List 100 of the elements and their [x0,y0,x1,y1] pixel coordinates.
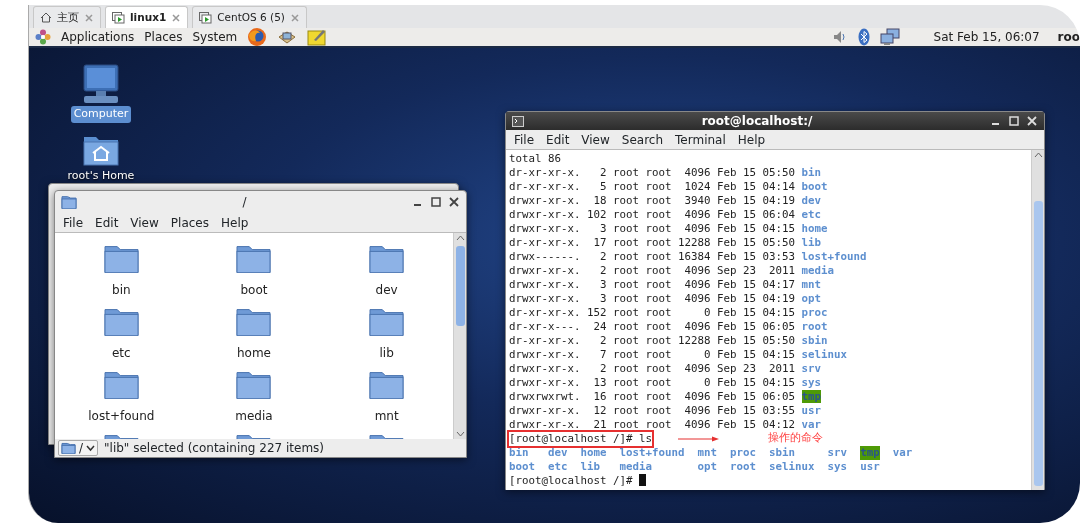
browser-tab[interactable]: linux1 [105,6,189,28]
annotation-label: 操作的命令 [767,431,823,445]
folder-name[interactable]: lost+found [88,407,155,425]
close-icon[interactable] [448,196,460,208]
folder-name[interactable]: dev [375,281,398,299]
desktop-icon-label[interactable]: root's Home [64,168,138,185]
menu-item[interactable]: Help [737,130,766,149]
file-details: drwxr-xr-x. 102 root root 4096 Feb 15 06:04 [509,208,796,221]
folder-name[interactable]: etc [112,344,131,362]
folder-icon [236,369,272,399]
directory-name: sys [827,460,848,474]
directory-name: mnt [801,278,822,291]
maximize-icon[interactable] [430,196,442,208]
folder-name[interactable]: boot [240,281,268,299]
menu-item[interactable]: Search [621,130,664,149]
folder-name[interactable]: media [235,407,273,425]
caret-icon [86,444,96,452]
network-icon[interactable] [879,28,900,46]
foot-logo-icon [35,29,51,45]
folder-name[interactable]: lib [379,344,394,362]
bluetooth-icon[interactable] [857,28,870,46]
file-details: dr-xr-xr-x. 2 root root 12288 Feb 15 05:50 [509,334,796,347]
file-details: drwxr-xr-x. 3 root root 4096 Feb 15 04:15 [509,222,796,235]
notepad-icon[interactable] [307,28,328,46]
directory-name: sbin [801,334,828,347]
folder-name[interactable]: mnt [374,407,399,425]
file-details: drwxr-xr-x. 3 root root 4096 Feb 15 04:19 [509,292,796,305]
menu-item[interactable]: Places [170,213,209,232]
folder-icon [103,243,139,273]
folder-icon [236,243,272,273]
file-details: dr-xr-xr-x. 17 root root 12288 Feb 15 05:50 [509,236,796,249]
directory-name: opt [801,292,822,305]
folder-icon [369,243,405,273]
folder-icon [61,442,76,454]
file-details: drwxr-xr-x. 3 root root 4096 Feb 15 04:17 [509,278,796,291]
folder-name[interactable]: bin [112,281,131,299]
menu-item[interactable]: File [63,213,84,232]
file-details: dr-xr-xr-x. 152 root root 0 Feb 15 04:15 [509,306,796,319]
file-details: drwxr-xr-x. 2 root root 4096 Sep 23 2011 [509,362,796,375]
directory-name: bin [509,446,530,460]
user-name[interactable]: roo [1057,28,1080,46]
scrollbar-thumb[interactable] [455,246,465,326]
window-title: root@localhost:/ [700,113,814,130]
file-details: dr-xr-xr-x. 2 root root 4096 Feb 15 05:50 [509,166,796,179]
menu-item[interactable]: Edit [546,130,570,149]
directory-name: proc [801,306,828,319]
folder-icon [103,306,139,336]
folder-icon [369,306,405,336]
speaker-icon[interactable] [831,29,848,45]
globe-fox-icon[interactable] [247,27,268,47]
panel-menu[interactable]: Places [144,28,183,46]
directory-name: media [801,264,835,277]
directory-name: etc [548,460,568,474]
browser-tab[interactable]: CentOS 6 (5) [192,6,307,28]
directory-name: lib [801,236,822,249]
directory-name: bin [801,166,822,179]
scrollbar-thumb[interactable] [1033,201,1043,486]
browser-tab[interactable]: 主页 [33,6,101,28]
directory-name: dev [548,446,568,460]
file-details: dr-xr-x---. 24 root root 4096 Feb 15 06:05 [509,320,796,333]
vm-icon [199,11,213,24]
directory-name: etc [801,208,822,221]
directory-name: boot [801,180,828,193]
menu-item[interactable]: Help [221,213,249,232]
file-details: dr-xr-xr-x. 5 root root 1024 Feb 15 04:14 [509,180,796,193]
directory-name: lost+found [619,446,685,460]
menu-item[interactable]: File [514,130,535,149]
file-details: drwxr-xr-x. 7 root root 0 Feb 15 04:15 [509,348,796,361]
folder-name[interactable]: home [236,344,271,362]
menu-item[interactable]: Terminal [675,130,726,149]
location-dropdown[interactable]: / [58,440,99,456]
file-details: drwxr-xr-x. 12 root root 4096 Feb 15 03:55 [509,404,796,417]
shell-prompt: [root@localhost /]# [509,474,633,487]
terminal-text: total 86 [509,152,561,165]
directory-name: usr [860,460,880,474]
panel-menu[interactable]: Applications [61,28,135,46]
panel-clock[interactable]: Sat Feb 15, 06:07 [933,28,1040,46]
menu-item[interactable]: View [130,213,159,232]
directory-name: usr [801,404,822,417]
folder-icon [103,369,139,399]
file-details: drwxr-xr-x. 13 root root 0 Feb 15 04:15 [509,376,796,389]
menu-item[interactable]: Edit [95,213,119,232]
terminal-icon [512,115,524,127]
panel-menu[interactable]: System [192,28,238,46]
directory-name: dev [801,194,822,207]
directory-name: mnt [697,446,718,460]
directory-name: root [801,320,828,333]
directory-name: srv [801,362,822,375]
file-details: drwxr-xr-x. 21 root root 4096 Feb 15 04:12 [509,418,796,431]
shell-prompt: [root@localhost /]# ls [509,432,652,445]
directory-name: boot [509,460,535,474]
directory-name: selinux [769,460,815,474]
directory-name: var [892,446,913,460]
file-details: drwxr-xr-x. 2 root root 4096 Sep 23 2011 [509,264,796,277]
directory-name: home [580,446,607,460]
menu-item[interactable]: View [581,130,610,149]
file-details: drwx------. 2 root root 16384 Feb 15 03:53 [509,250,796,263]
directory-name: media [619,460,654,474]
file-details: drwxrwxrwt. 16 root root 4096 Feb 15 06:05 [509,390,796,403]
directory-name: lost+found [801,250,867,263]
